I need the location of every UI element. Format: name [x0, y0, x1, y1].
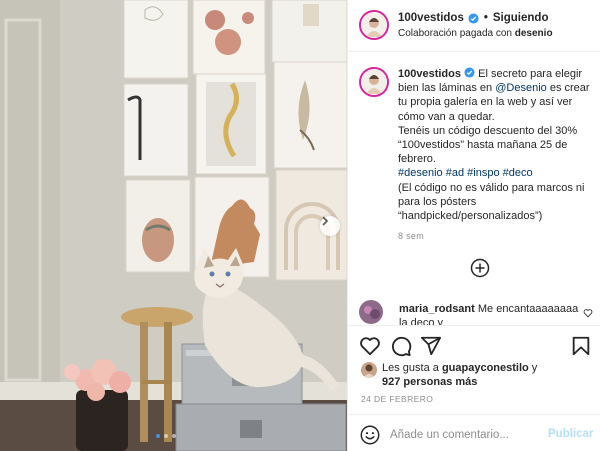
plus-circle-icon[interactable]	[470, 258, 490, 278]
chevron-right-icon	[322, 216, 329, 226]
bookmark-icon[interactable]	[570, 335, 592, 357]
verified-icon	[468, 12, 479, 24]
comment-text: maria_rodsant Me encantaaaaaaaa la deco …	[399, 302, 589, 325]
avatar-image	[359, 300, 383, 324]
carousel-dots	[156, 434, 176, 438]
heart-icon[interactable]	[583, 308, 593, 318]
comment-input[interactable]	[390, 425, 540, 445]
photo-scene	[0, 0, 347, 451]
hashtag[interactable]: #deco	[503, 167, 533, 179]
header-user-line: 100vestidos • Siguiendo	[398, 12, 548, 24]
post-actions: Les gusta a guapayconestilo y 927 person…	[348, 325, 600, 451]
avatar-image	[362, 13, 386, 37]
likes-prefix: Les gusta a	[382, 362, 439, 374]
comment-icon[interactable]	[390, 335, 412, 357]
paid-partner-link[interactable]: desenio	[515, 28, 553, 39]
header-separator: •	[483, 12, 488, 24]
caption-timestamp[interactable]: 8 sem	[398, 231, 424, 241]
likes-joiner: y	[531, 362, 538, 374]
verified-icon	[464, 67, 475, 78]
heart-icon[interactable]	[359, 335, 381, 357]
caption-text-4: (El código no es válido para marcos ni p…	[398, 181, 585, 223]
share-icon[interactable]	[420, 335, 442, 357]
liker-username[interactable]: guapayconestilo	[442, 362, 529, 374]
hashtag[interactable]: #inspo	[467, 167, 499, 179]
carousel-dot	[156, 434, 160, 438]
emoji-icon[interactable]	[359, 424, 381, 446]
hashtag[interactable]: #desenio	[398, 167, 443, 179]
likes-others-link[interactable]: 927 personas más	[382, 376, 477, 388]
commenter-avatar[interactable]	[359, 300, 383, 324]
liker-avatar[interactable]	[361, 362, 377, 378]
carousel-dot	[164, 434, 168, 438]
following-button[interactable]: Siguiendo	[493, 12, 549, 24]
caption-avatar[interactable]	[359, 67, 389, 97]
likes-text: Les gusta a guapayconestilo y 927 person…	[382, 361, 582, 389]
publish-button[interactable]: Publicar	[548, 428, 593, 440]
paid-prefix: Colaboración pagada con	[398, 28, 512, 39]
commenter-username[interactable]: maria_rodsant	[399, 303, 475, 315]
caption-mention[interactable]: @Desenio	[495, 82, 547, 94]
hashtag[interactable]: #ad	[446, 167, 464, 179]
post-date[interactable]: 24 DE FEBRERO	[361, 394, 433, 404]
carousel-dot	[172, 434, 176, 438]
caption-text: 100vestidos El secreto para elegir bien …	[398, 67, 593, 223]
frame	[123, 0, 189, 79]
author-avatar[interactable]	[359, 10, 389, 40]
add-comment-bar: Publicar	[348, 414, 600, 451]
avatar-image	[362, 70, 386, 94]
next-slide-button[interactable]	[320, 216, 340, 236]
paid-partnership-label: Colaboración pagada con desenio	[398, 28, 553, 39]
caption-username[interactable]: 100vestidos	[398, 68, 461, 80]
author-username[interactable]: 100vestidos	[398, 12, 464, 24]
likes-summary: Les gusta a guapayconestilo y 927 person…	[361, 361, 582, 389]
post-header: 100vestidos • Siguiendo Colaboración pag…	[348, 0, 600, 52]
avatar-image	[361, 362, 377, 378]
post-side-panel: 100vestidos • Siguiendo Colaboración pag…	[347, 0, 600, 451]
caption-area: 100vestidos El secreto para elegir bien …	[348, 53, 600, 325]
caption-text-3: Tenéis un código descuento del 30% “100v…	[398, 124, 578, 166]
post-photo[interactable]	[0, 0, 347, 451]
